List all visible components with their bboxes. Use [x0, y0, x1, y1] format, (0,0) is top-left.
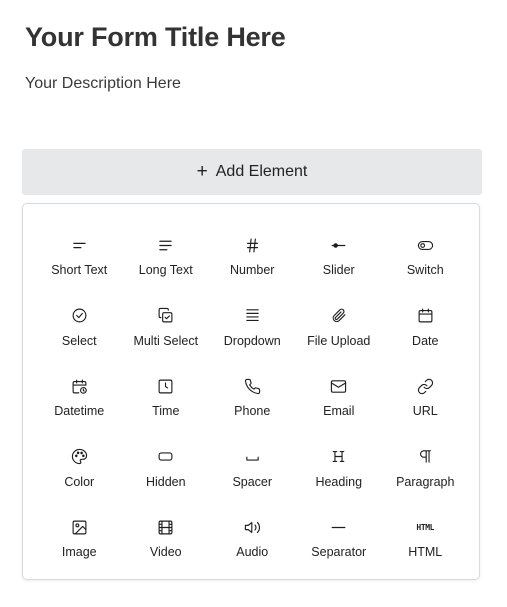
element-tile-label: Switch [406, 263, 444, 277]
stacked-lines-icon [240, 304, 264, 328]
element-tile-label: Email [323, 404, 355, 418]
element-tile-label: Long Text [138, 263, 193, 277]
element-tile-label: Select [61, 333, 97, 348]
mail-icon [327, 374, 351, 398]
element-tile-label: HTML [408, 545, 443, 559]
element-tile-paragraph[interactable]: Paragraph [382, 435, 469, 506]
short-text-icon [67, 233, 91, 257]
pilcrow-icon [413, 445, 437, 469]
element-tile-label: File Upload [307, 333, 371, 348]
form-title[interactable]: Your Form Title Here [25, 22, 286, 53]
element-tile-slider[interactable]: Slider [296, 223, 383, 294]
element-tile-label: Multi Select [133, 333, 199, 348]
element-tile-hidden[interactable]: Hidden [123, 435, 210, 506]
element-tile-label: Slider [322, 263, 355, 277]
element-tile-phone[interactable]: Phone [209, 364, 296, 435]
element-grid: Short Text Long Text Number Slider Switch Sel… [36, 223, 479, 576]
element-tile-datetime[interactable]: Datetime [36, 364, 123, 435]
palette-icon [67, 445, 91, 469]
clock-square-icon [154, 374, 178, 398]
minus-icon [327, 515, 351, 539]
plus-icon: + [196, 160, 208, 182]
element-tile-select[interactable]: Select [36, 294, 123, 365]
element-tile-number[interactable]: Number [209, 223, 296, 294]
element-tile-time[interactable]: Time [123, 364, 210, 435]
element-tile-spacer[interactable]: Spacer [209, 435, 296, 506]
hash-icon [240, 233, 264, 257]
element-tile-audio[interactable]: Audio [209, 505, 296, 576]
element-tile-label: Image [61, 545, 97, 559]
element-tile-html[interactable]: HTML HTML [382, 505, 469, 576]
add-element-label: Add Element [215, 163, 308, 180]
element-tile-label: Date [412, 333, 439, 348]
circle-check-icon [67, 304, 91, 328]
heading-icon [327, 445, 351, 469]
add-element-button[interactable]: + Add Element [22, 149, 482, 195]
paperclip-icon [327, 304, 351, 328]
long-text-icon [154, 233, 178, 257]
element-tile-dropdown[interactable]: Dropdown [209, 294, 296, 365]
element-tile-color[interactable]: Color [36, 435, 123, 506]
element-tile-heading[interactable]: Heading [296, 435, 383, 506]
calendar-clock-icon [67, 374, 91, 398]
toggle-icon [413, 233, 437, 257]
element-tile-label: Audio [236, 545, 269, 559]
copy-check-icon [154, 304, 178, 328]
element-tile-short-text[interactable]: Short Text [36, 223, 123, 294]
element-tile-url[interactable]: URL [382, 364, 469, 435]
space-icon [240, 445, 264, 469]
element-tile-video[interactable]: Video [123, 505, 210, 576]
element-tile-label: Phone [234, 404, 271, 418]
element-tile-label: Separator [311, 545, 367, 559]
link-icon [413, 374, 437, 398]
element-tile-label: Datetime [54, 404, 105, 418]
element-tile-label: Color [64, 474, 95, 489]
element-tile-label: Paragraph [396, 474, 455, 489]
element-tile-date[interactable]: Date [382, 294, 469, 365]
element-picker-panel: Short Text Long Text Number Slider Switch Sel… [22, 203, 480, 580]
element-tile-email[interactable]: Email [296, 364, 383, 435]
form-description[interactable]: Your Description Here [25, 75, 181, 93]
element-tile-multi-select[interactable]: Multi Select [123, 294, 210, 365]
element-tile-label: Dropdown [223, 333, 281, 348]
element-tile-label: Time [152, 404, 180, 418]
slider-icon [327, 233, 351, 257]
element-tile-label: Spacer [232, 474, 273, 489]
calendar-icon [413, 304, 437, 328]
element-tile-file-upload[interactable]: File Upload [296, 294, 383, 365]
element-tile-label: URL [412, 404, 438, 418]
element-tile-label: Heading [315, 474, 363, 489]
element-tile-label: Number [230, 263, 275, 277]
image-icon [67, 515, 91, 539]
volume-icon [240, 515, 264, 539]
element-tile-label: Hidden [145, 474, 186, 489]
phone-icon [240, 374, 264, 398]
element-tile-label: Video [149, 545, 182, 559]
rounded-rect-icon [154, 445, 178, 469]
element-tile-separator[interactable]: Separator [296, 505, 383, 576]
element-tile-label: Short Text [51, 263, 108, 277]
html-icon: HTML [416, 522, 435, 532]
film-icon [154, 515, 178, 539]
element-tile-image[interactable]: Image [36, 505, 123, 576]
element-tile-long-text[interactable]: Long Text [123, 223, 210, 294]
element-tile-switch[interactable]: Switch [382, 223, 469, 294]
